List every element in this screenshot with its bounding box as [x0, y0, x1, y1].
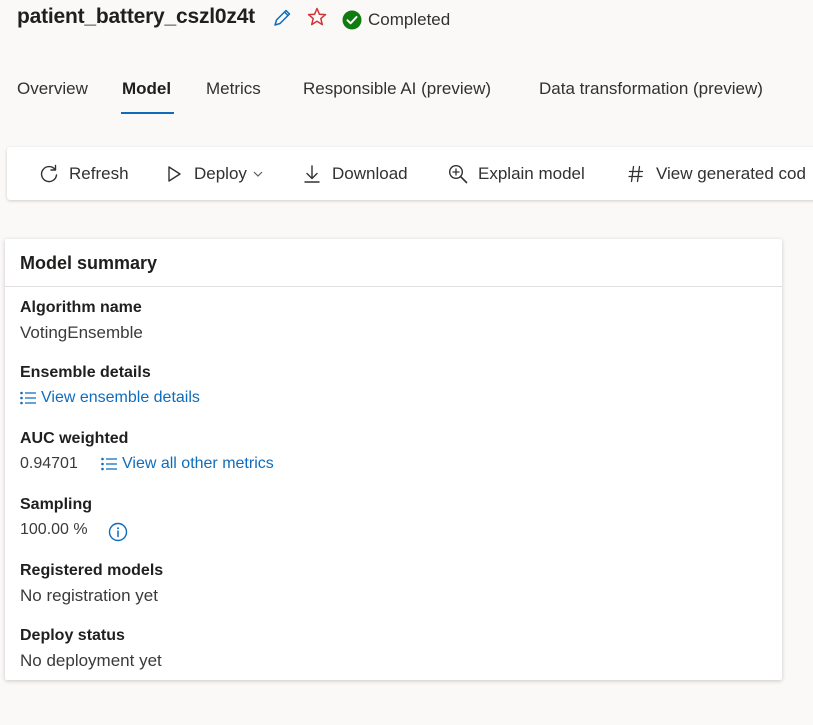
- bulleted-list-icon: [101, 457, 117, 471]
- view-ensemble-details-link[interactable]: View ensemble details: [19, 389, 200, 407]
- tab-overview[interactable]: Overview: [17, 79, 88, 99]
- refresh-button[interactable]: Refresh: [38, 147, 129, 200]
- tab-metrics[interactable]: Metrics: [206, 79, 261, 99]
- download-icon: [304, 164, 320, 183]
- card-title: Model summary: [20, 253, 158, 273]
- auc-weighted-value: 0.94701: [20, 455, 78, 472]
- tab-bar: Overview Model Metrics Responsible AI (p…: [0, 76, 813, 116]
- tab-model[interactable]: Model: [122, 79, 171, 99]
- view-all-other-metrics-text: View all other metrics: [122, 455, 274, 472]
- algorithm-name-label: Algorithm name: [20, 299, 142, 316]
- registered-models-value: No registration yet: [20, 586, 158, 605]
- completed-check-icon: [342, 10, 362, 30]
- command-bar: Refresh Deploy Download Explain model Vi…: [7, 147, 813, 200]
- play-icon: [168, 165, 181, 182]
- page-header: patient_battery_cszl0z4t Completed: [0, 0, 813, 40]
- auc-weighted-label: AUC weighted: [20, 430, 129, 447]
- zoom-in-icon: [448, 164, 468, 183]
- view-generated-code-button[interactable]: View generated cod: [625, 147, 806, 200]
- deploy-status-value: No deployment yet: [20, 651, 162, 670]
- info-icon[interactable]: [108, 522, 128, 542]
- registered-models-label: Registered models: [20, 562, 164, 579]
- tab-responsible-ai[interactable]: Responsible AI (preview): [303, 79, 491, 99]
- card-divider: [5, 286, 782, 287]
- hash-icon: [628, 165, 644, 182]
- sampling-value: 100.00 %: [20, 521, 88, 538]
- active-tab-indicator: [121, 112, 174, 114]
- ensemble-details-label: Ensemble details: [20, 364, 151, 381]
- algorithm-name-value: VotingEnsemble: [20, 323, 143, 342]
- deploy-label: Deploy: [194, 163, 247, 183]
- bulleted-list-icon: [20, 391, 36, 405]
- run-title: patient_battery_cszl0z4t: [17, 5, 255, 28]
- refresh-label: Refresh: [69, 163, 129, 183]
- view-all-other-metrics-link[interactable]: View all other metrics: [100, 455, 274, 473]
- download-button[interactable]: Download: [301, 147, 408, 200]
- download-label: Download: [332, 163, 408, 183]
- explain-model-button[interactable]: Explain model: [447, 147, 585, 200]
- deploy-button[interactable]: Deploy: [163, 147, 264, 200]
- view-generated-code-label: View generated cod: [656, 163, 806, 183]
- model-summary-card: Model summary Algorithm name VotingEnsem…: [5, 239, 782, 680]
- view-ensemble-details-text: View ensemble details: [41, 389, 200, 406]
- run-status: Completed: [342, 9, 450, 31]
- explain-model-label: Explain model: [478, 163, 585, 183]
- edit-pencil-icon[interactable]: [271, 7, 293, 29]
- sampling-label: Sampling: [20, 496, 93, 513]
- deploy-status-label: Deploy status: [20, 627, 125, 644]
- favorite-star-icon[interactable]: [306, 6, 328, 28]
- chevron-down-icon: [253, 171, 263, 177]
- status-label: Completed: [368, 10, 451, 29]
- refresh-icon: [40, 164, 58, 182]
- tab-data-transformation[interactable]: Data transformation (preview): [539, 79, 763, 99]
